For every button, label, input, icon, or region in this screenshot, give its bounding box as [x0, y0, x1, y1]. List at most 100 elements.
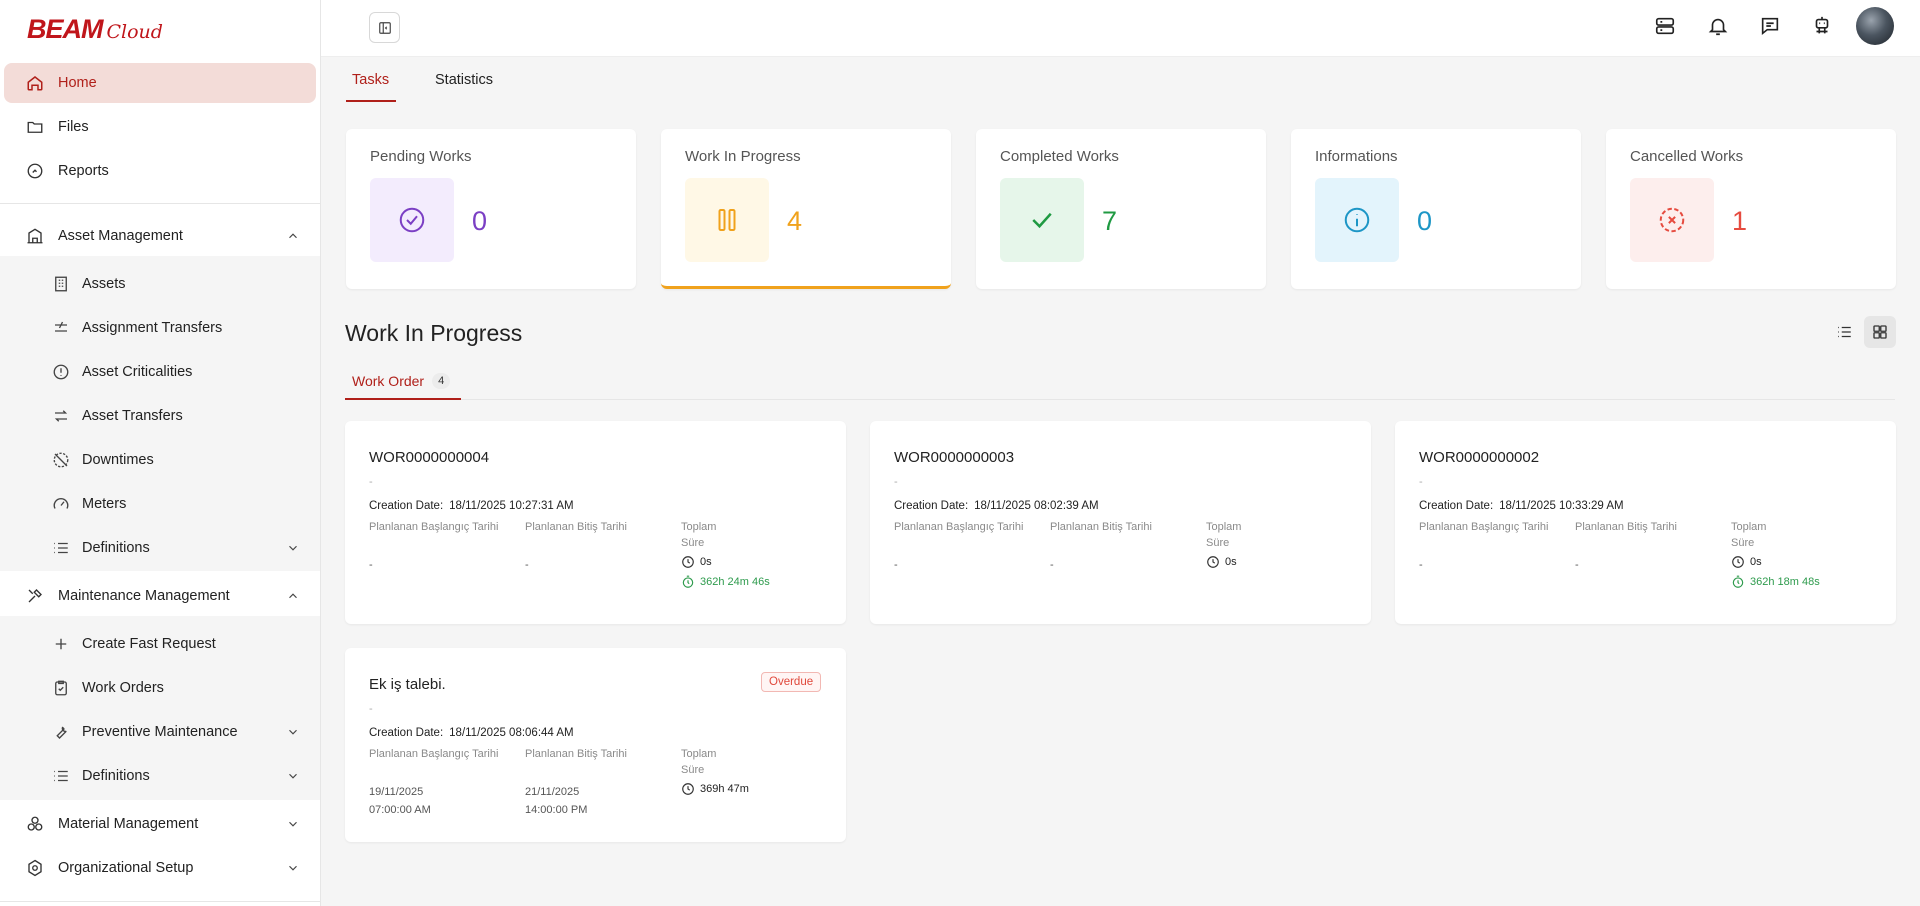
sidebar-item-reports[interactable]: Reports	[4, 151, 316, 191]
section-title: Work In Progress	[345, 320, 523, 346]
planned-end-date: 21/11/2025	[525, 786, 580, 798]
creation-date-label: Creation Date:	[369, 500, 444, 512]
clock-icon	[682, 556, 694, 568]
total-time: 369h 47m	[681, 782, 749, 796]
stat-card-informations[interactable]: Informations 0	[1291, 129, 1581, 289]
chevron-down-icon	[286, 861, 300, 875]
total-label: Toplam Süre	[681, 521, 717, 549]
tools-icon	[26, 587, 44, 605]
planned-end-time: 14:00:00 PM	[525, 804, 588, 816]
grid-view-icon	[1873, 325, 1887, 339]
sidebar-item-label: Create Fast Request	[82, 636, 216, 652]
chevron-up-icon	[286, 589, 300, 603]
gauge-icon	[52, 495, 70, 513]
stat-card-completed[interactable]: Completed Works 7	[976, 129, 1266, 289]
sidebar-item-label: Home	[58, 75, 97, 91]
pending-icon-box	[370, 178, 454, 262]
sidebar-item-files[interactable]: Files	[4, 107, 316, 147]
sidebar-item-label: Downtimes	[82, 452, 154, 468]
sidebar-item-label: Definitions	[82, 540, 150, 556]
sidebar-item-label: Work Orders	[82, 680, 164, 696]
sidebar-group-maintenance-management[interactable]: Maintenance Management	[4, 576, 316, 616]
sidebar-item-downtimes[interactable]: Downtimes	[4, 440, 316, 480]
transfer-icon	[52, 319, 70, 337]
check-circle-icon	[399, 207, 425, 233]
work-order-card[interactable]: WOR0000000003 - Creation Date: 18/11/2025…	[870, 421, 1371, 624]
stopwatch-icon	[1732, 575, 1744, 588]
overdue-badge: Overdue	[761, 672, 822, 692]
planned-start-time: 07:00:00 AM	[369, 804, 431, 816]
total-time-value: 0s	[1225, 556, 1237, 568]
chevron-down-icon	[286, 769, 300, 783]
sidebar-group-label: Material Management	[58, 816, 199, 832]
server-icon[interactable]	[1654, 15, 1676, 37]
work-order-title: Ek iş talebi.	[369, 676, 446, 693]
work-order-title: WOR0000000002	[1419, 449, 1540, 466]
work-order-card[interactable]: WOR0000000002 - Creation Date: 18/11/2025…	[1395, 421, 1896, 624]
sidebar-item-label: Definitions	[82, 768, 150, 784]
total-time-value: 0s	[700, 556, 712, 568]
sidebar-item-work-orders[interactable]: Work Orders	[4, 668, 316, 708]
sidebar-item-asset-criticalities[interactable]: Asset Criticalities	[4, 352, 316, 392]
sidebar-item-asset-definitions[interactable]: Definitions	[4, 528, 316, 568]
grid-view-button[interactable]	[1864, 316, 1896, 348]
stat-title: Cancelled Works	[1630, 148, 1744, 165]
description: -	[369, 476, 373, 488]
planned-end-label: Planlanan Bitiş Tarihi	[1050, 521, 1152, 533]
planned-start-value: -	[369, 559, 373, 571]
sidebar-item-assignment-transfers[interactable]: Assignment Transfers	[4, 308, 316, 348]
tab-work-order[interactable]: Work Order 4	[352, 373, 451, 389]
sidebar-group-asset-management[interactable]: Asset Management	[4, 216, 316, 256]
stat-title: Informations	[1315, 148, 1398, 165]
creation-date-value: 18/11/2025 08:02:39 AM	[974, 500, 1099, 512]
description: -	[369, 703, 373, 715]
bell-icon[interactable]	[1707, 15, 1729, 37]
work-order-title: WOR0000000004	[369, 449, 490, 466]
stat-card-in-progress[interactable]: Work In Progress 4	[661, 129, 951, 289]
chevron-down-icon	[286, 541, 300, 555]
stat-title: Work In Progress	[685, 148, 801, 165]
robot-icon[interactable]	[1811, 15, 1833, 37]
sidebar-item-create-fast-request[interactable]: Create Fast Request	[4, 624, 316, 664]
creation-date-label: Creation Date:	[1419, 500, 1494, 512]
creation-date-value: 18/11/2025 08:06:44 AM	[449, 727, 574, 739]
total-time: 0s	[1731, 555, 1762, 569]
brand-logo[interactable]: BEAM Cloud	[27, 14, 163, 44]
divider	[0, 901, 320, 902]
sidebar-item-meters[interactable]: Meters	[4, 484, 316, 524]
elapsed-time: 362h 18m 48s	[1731, 575, 1820, 589]
sidebar-item-assets[interactable]: Assets	[4, 264, 316, 304]
arrows-swap-icon	[52, 407, 70, 425]
list-view-button[interactable]	[1828, 316, 1860, 348]
sidebar-group-organizational-setup[interactable]: Organizational Setup	[4, 848, 316, 888]
tab-statistics[interactable]: Statistics	[435, 72, 493, 88]
clock-icon	[1732, 556, 1744, 568]
sidebar-item-maintenance-definitions[interactable]: Definitions	[4, 756, 316, 796]
tab-label: Work Order	[352, 373, 425, 389]
work-order-card[interactable]: WOR0000000004 - Creation Date: 18/11/2025…	[345, 421, 846, 624]
creation-date: Creation Date: 18/11/2025 10:33:29 AM	[1419, 500, 1624, 512]
sidebar-item-home[interactable]: Home	[4, 63, 316, 103]
stat-card-cancelled[interactable]: Cancelled Works 1	[1606, 129, 1896, 289]
clipboard-check-icon	[52, 679, 70, 697]
info-icon-box	[1315, 178, 1399, 262]
chat-icon[interactable]	[1759, 15, 1781, 37]
list-icon	[52, 539, 70, 557]
sidebar-item-label: Asset Transfers	[82, 408, 183, 424]
stat-title: Completed Works	[1000, 148, 1119, 165]
planned-start-label: Planlanan Başlangıç Tarihi	[894, 521, 1024, 533]
sidebar-item-label: Files	[58, 119, 89, 135]
avatar[interactable]	[1856, 7, 1894, 45]
subtab-underline	[345, 398, 461, 400]
tab-tasks[interactable]: Tasks	[352, 72, 389, 88]
tab-underline	[346, 100, 396, 102]
work-order-card[interactable]: Ek iş talebi. Overdue - Creation Date: 18…	[345, 648, 846, 842]
planned-start-date: 19/11/2025	[369, 786, 424, 798]
sidebar-toggle-button[interactable]	[369, 12, 400, 43]
sidebar-group-label: Asset Management	[58, 228, 183, 244]
sidebar-item-preventive-maintenance[interactable]: Preventive Maintenance	[4, 712, 316, 752]
sidebar-group-material-management[interactable]: Material Management	[4, 804, 316, 844]
sidebar-item-asset-transfers[interactable]: Asset Transfers	[4, 396, 316, 436]
stat-card-pending[interactable]: Pending Works 0	[346, 129, 636, 289]
stat-value: 0	[1417, 206, 1433, 236]
